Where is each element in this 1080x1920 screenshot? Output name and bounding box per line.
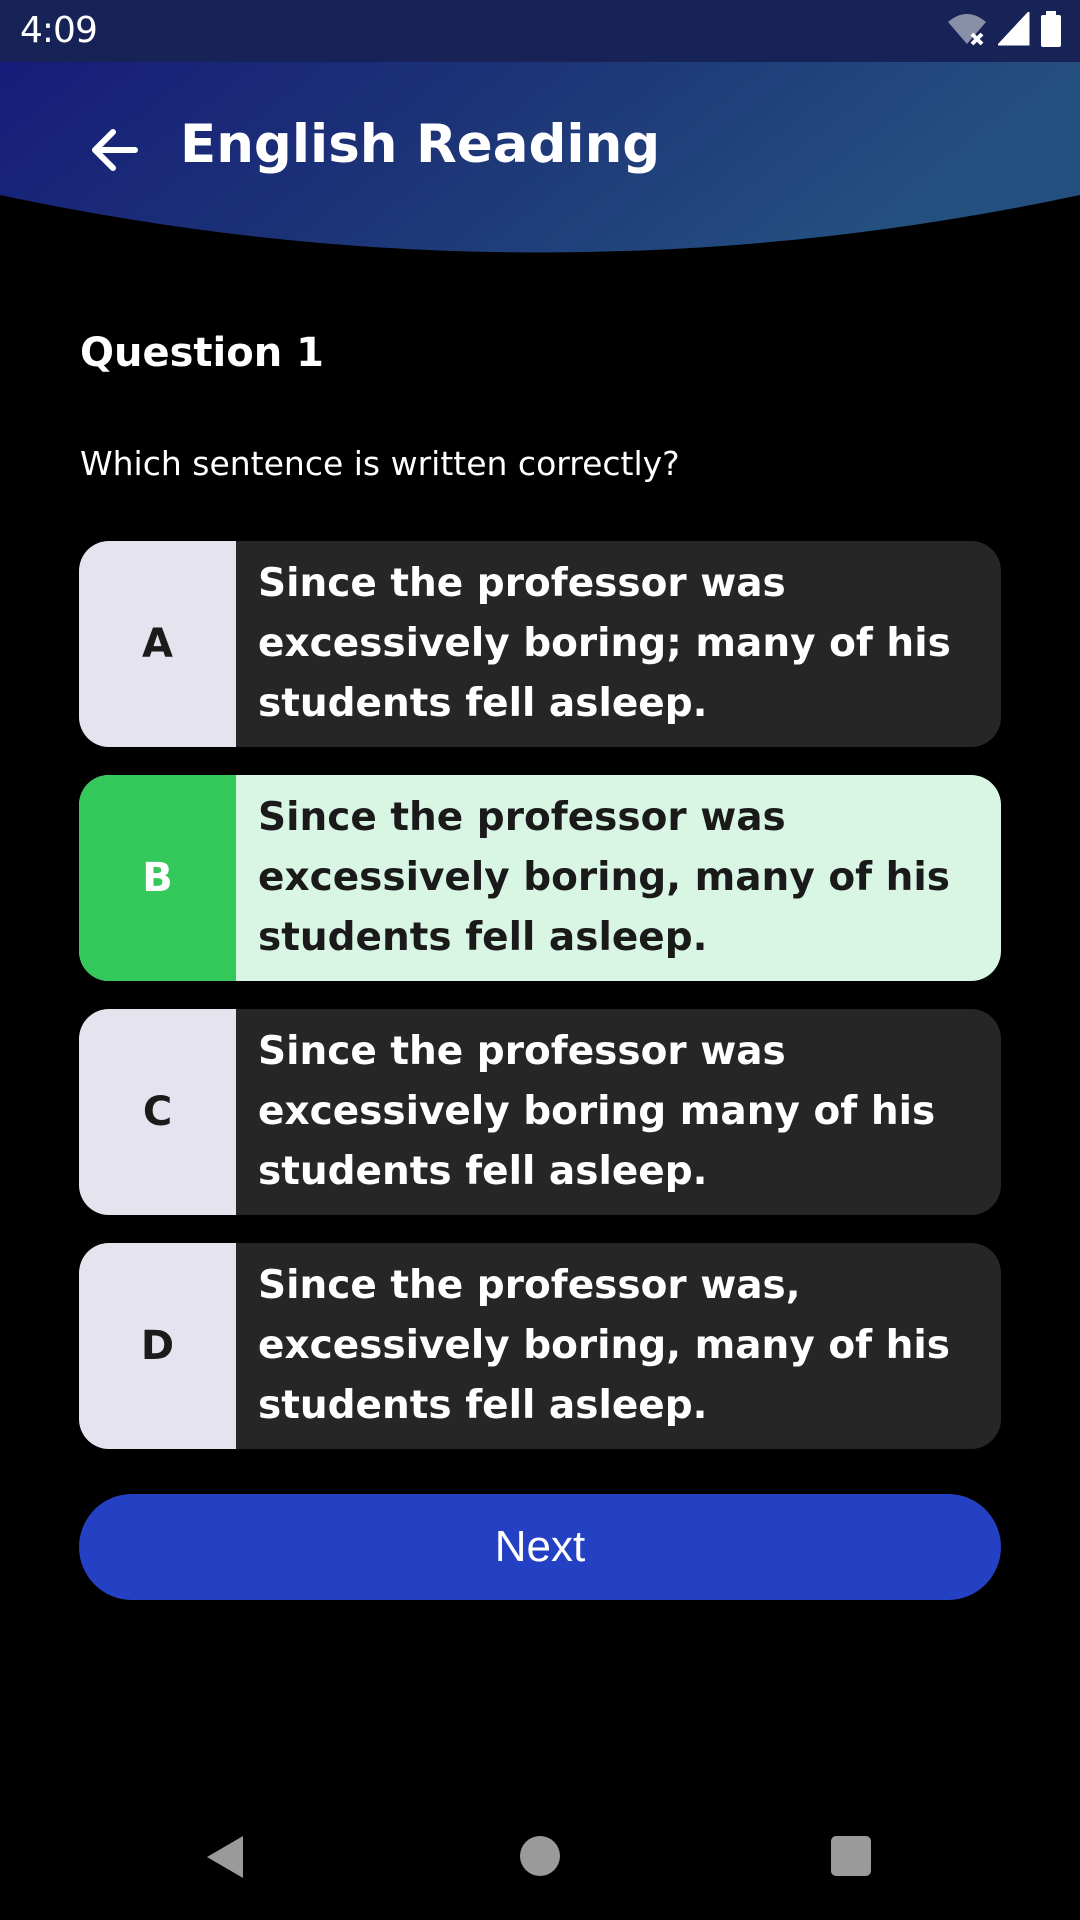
back-button[interactable] <box>80 117 150 187</box>
signal-icon <box>996 10 1030 50</box>
option-a[interactable]: A Since the professor was excessively bo… <box>79 541 1001 747</box>
wifi-off-icon <box>946 12 988 50</box>
system-nav-bar <box>0 1800 1080 1920</box>
answer-options: A Since the professor was excessively bo… <box>79 541 1001 1477</box>
option-letter: D <box>79 1243 236 1449</box>
app-bar: English Reading <box>0 62 1080 242</box>
next-button[interactable]: Next <box>79 1494 1001 1600</box>
option-d[interactable]: D Since the professor was, excessively b… <box>79 1243 1001 1449</box>
option-letter: C <box>79 1009 236 1215</box>
option-c[interactable]: C Since the professor was excessively bo… <box>79 1009 1001 1215</box>
arrow-left-icon <box>91 128 139 176</box>
battery-icon <box>1040 11 1062 51</box>
option-text: Since the professor was excessively bori… <box>258 561 951 726</box>
option-text: Since the professor was, excessively bor… <box>258 1263 951 1428</box>
option-letter: B <box>79 775 236 981</box>
status-bar: 4:09 <box>0 0 1080 62</box>
question-title: Question 1 <box>80 330 324 376</box>
nav-back-icon[interactable] <box>205 1834 245 1884</box>
page-title: English Reading <box>180 114 661 175</box>
option-text: Since the professor was excessively bori… <box>258 1029 936 1194</box>
status-time: 4:09 <box>20 10 98 51</box>
option-text: Since the professor was excessively bori… <box>258 795 951 960</box>
question-prompt: Which sentence is written correctly? <box>80 444 680 483</box>
status-icons <box>946 10 1062 51</box>
option-b[interactable]: B Since the professor was excessively bo… <box>79 775 1001 981</box>
nav-home-icon[interactable] <box>520 1836 560 1876</box>
option-letter: A <box>79 541 236 747</box>
nav-recents-icon[interactable] <box>831 1836 871 1876</box>
